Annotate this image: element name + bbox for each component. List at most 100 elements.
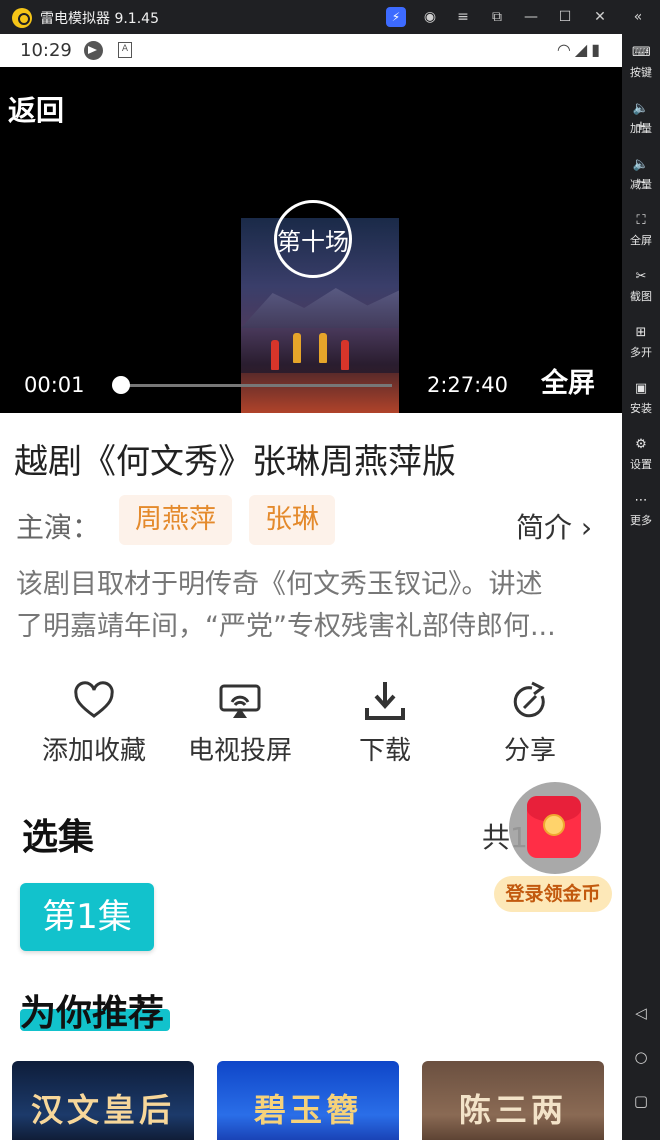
sidebar-item-multi-open[interactable]: ⊞ 多开 [622,318,660,370]
tv-cast-button[interactable]: 电视投屏 [170,676,310,767]
nav-back-icon[interactable]: ◁ [632,1004,650,1022]
performer [341,340,349,370]
recommend-card[interactable]: 碧玉簪 [217,1061,399,1140]
sidebar-item-label: 加量 [630,122,652,135]
emulator-window: 雷电模拟器 9.1.45 ⚡ ◉ ≡ ⧉ — ☐ ✕ « ⌨ 按键 🔈+ 加量 … [0,0,660,1140]
performer [319,333,327,363]
cast-tv-icon [219,684,261,718]
show-description[interactable]: 该剧目取材于明传奇《何文秀玉钗记》。讲述 了明嘉靖年间，“严党”专权残害礼部侍郎… [16,564,612,648]
recommend-card[interactable]: 陈三两 [422,1061,604,1140]
action-label: 下载 [358,736,411,766]
status-time: 10:29 [20,40,72,61]
minimize-icon[interactable]: — [521,7,541,27]
sidebar-item-volume-down[interactable]: 🔈− 减量 [622,150,660,202]
coin-icon [543,814,565,836]
performance-bolt-icon[interactable]: ⚡ [386,7,406,27]
action-label: 电视投屏 [187,736,292,766]
nav-home-icon[interactable]: ○ [632,1048,650,1066]
telegram-icon [84,41,103,60]
sidebar-item-label: 截图 [630,290,652,303]
emulator-titlebar: 雷电模拟器 9.1.45 ⚡ ◉ ≡ ⧉ — ☐ ✕ « [0,0,660,34]
sidebar-item-settings[interactable]: ⚙ 设置 [622,430,660,482]
wifi-icon: ◠ [556,40,575,59]
volume-up-icon: 🔈+ [632,101,650,134]
action-row: 添加收藏 电视投屏 下载 分享 [0,676,622,766]
sidebar-item-label: 按键 [630,66,652,79]
share-button[interactable]: 分享 [460,676,600,767]
sidebar-item-label: 全屏 [630,234,652,247]
collapse-sidebar-icon[interactable]: « [628,7,648,27]
recommend-card[interactable]: 汉文皇后 [12,1061,194,1140]
back-button[interactable]: 返回 [8,89,64,129]
sidebar-item-volume-up[interactable]: 🔈+ 加量 [622,94,660,146]
share-icon [513,681,545,718]
multi-open-icon: ⊞ [635,325,647,340]
heart-icon [74,681,114,718]
apk-icon: ▣ [634,381,648,396]
fullscreen-icon: ⛶ [636,213,646,228]
cast-label: 主演： [16,511,101,544]
cast-chip[interactable]: 周燕萍 [119,495,232,545]
window-title: 雷电模拟器 9.1.45 [40,11,159,27]
intro-label: 简介 [516,511,573,544]
card-title: 陈三两 [458,1091,567,1129]
account-icon[interactable]: ◉ [420,7,440,27]
stage-floor [241,373,399,413]
phone-screen: 10:29 A ◠◢▮ 返回 第十场 00:01 2:27:40 全屏 越剧《何… [0,34,622,1140]
total-time: 2:27:40 [427,373,508,397]
recommend-title: 为你推荐 [20,993,165,1034]
progress-knob[interactable] [112,376,130,394]
android-status-bar: 10:29 A ◠◢▮ [0,34,622,67]
episode-button[interactable]: 第1集 [20,883,154,951]
description-line: 了明嘉靖年间，“严党”专权残害礼部侍郎何... [16,611,556,642]
action-label: 分享 [503,736,556,766]
progress-track[interactable] [120,384,392,387]
download-icon [365,682,405,720]
signal-icon: ◢ [574,40,592,59]
cast-chip[interactable]: 张琳 [249,495,335,545]
sidebar-item-label: 多开 [630,346,652,359]
sidebar-item-label: 安装 [630,402,652,415]
performer [293,333,301,363]
notification-a-icon: A [118,42,132,58]
chevron-right-icon: › [580,511,593,544]
maximize-icon[interactable]: ☐ [555,7,575,27]
emulator-sidebar: ⌨ 按键 🔈+ 加量 🔈− 减量 ⛶ 全屏 ✂ 截图 ⊞ 多开 ▣ 安装 ⚙ 设… [622,34,660,1140]
sidebar-item-screenshot[interactable]: ✂ 截图 [622,262,660,314]
more-icon: ⋯ [634,493,648,508]
action-label: 添加收藏 [41,736,146,766]
sidebar-item-keymap[interactable]: ⌨ 按键 [622,38,660,90]
login-coin-label[interactable]: 登录领金币 [494,876,612,912]
performer [271,340,279,370]
stage-backdrop [241,288,399,328]
battery-icon: ▮ [591,40,604,59]
gear-icon: ⚙ [635,437,647,452]
scissors-icon: ✂ [635,269,647,284]
status-icons: ◠◢▮ [557,40,604,59]
ldplayer-logo-icon [12,8,32,28]
card-title: 汉文皇后 [30,1091,175,1129]
sidebar-item-install[interactable]: ▣ 安装 [622,374,660,426]
download-button[interactable]: 下载 [315,676,455,767]
current-time: 00:01 [24,373,85,397]
fullscreen-button[interactable]: 全屏 [541,361,595,400]
menu-icon[interactable]: ≡ [453,7,473,27]
show-title: 越剧《何文秀》张琳周燕萍版 [14,442,456,482]
video-watermark: 第十场 [277,228,349,256]
sidebar-item-label: 设置 [630,458,652,471]
sidebar-item-more[interactable]: ⋯ 更多 [622,486,660,538]
keyboard-icon: ⌨ [632,45,651,60]
episodes-title: 选集 [22,817,95,858]
close-icon[interactable]: ✕ [590,7,610,27]
sidebar-item-label: 更多 [630,514,652,527]
sidebar-item-fullscreen[interactable]: ⛶ 全屏 [622,206,660,258]
description-line: 该剧目取材于明传奇《何文秀玉钗记》。讲述 [16,569,543,600]
intro-link[interactable]: 简介 › [516,506,592,546]
sidebar-item-label: 减量 [630,178,652,191]
card-title: 碧玉簪 [253,1091,362,1129]
video-player[interactable]: 返回 第十场 00:01 2:27:40 全屏 [0,67,622,413]
favorite-button[interactable]: 添加收藏 [24,676,164,767]
volume-down-icon: 🔈− [632,157,650,190]
nav-recents-icon[interactable]: ▢ [632,1092,650,1110]
popout-icon[interactable]: ⧉ [487,7,507,27]
